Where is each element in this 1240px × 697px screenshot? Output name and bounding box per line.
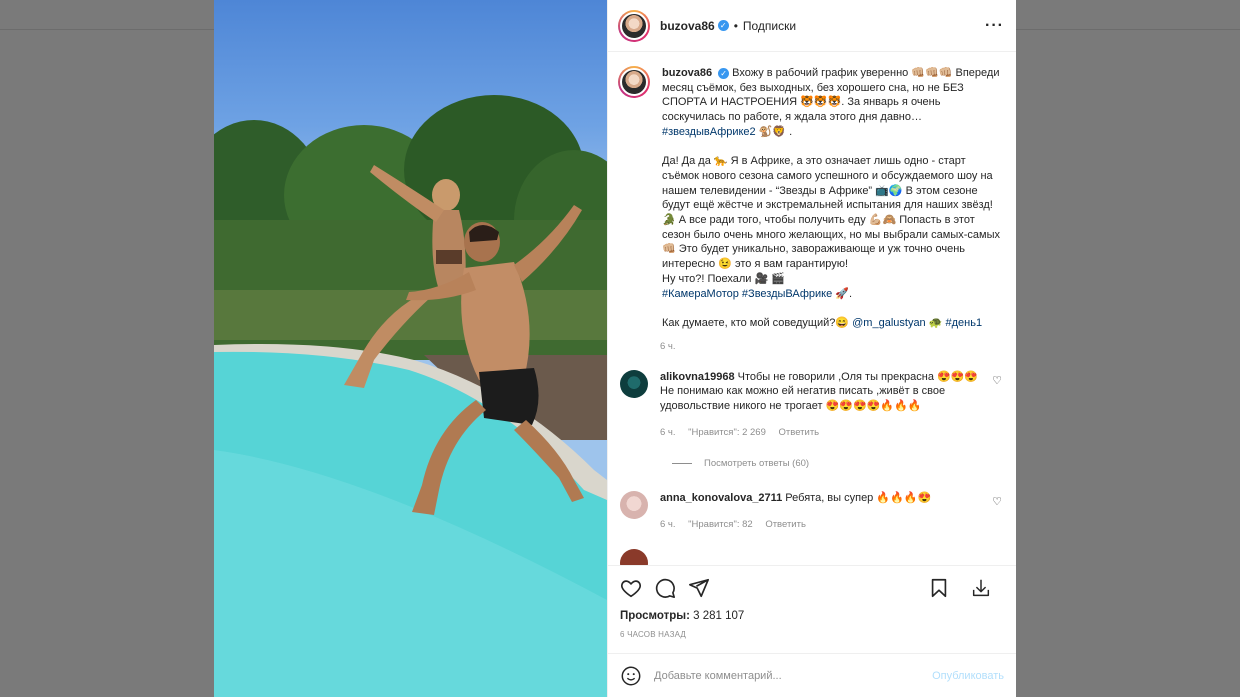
emoji-icon[interactable]: [620, 665, 642, 687]
caption-avatar[interactable]: [618, 66, 650, 98]
comments-scroll-area[interactable]: buzova86 ✓ Вхожу в рабочий график уверенно…: [608, 52, 1016, 565]
comment-item: alikovna19968 Чтобы не говорили ,Оля ты п…: [618, 369, 1004, 441]
post-side-panel: buzova86 ✓ • Подписки ··· buzova86 ✓ Вхожу…: [607, 0, 1016, 697]
caption-paragraph-1: Вхожу в рабочий график уверенно 👊🏼👊🏼👊🏼 В…: [662, 67, 1000, 124]
caption-text: buzova86 ✓ Вхожу в рабочий график уверенно…: [662, 66, 1004, 331]
comment-input[interactable]: [654, 669, 933, 682]
caption-paragraph-2: Да! Да да 🐆 Я в Африке, а это означает л…: [662, 155, 1000, 271]
action-icons: [620, 576, 1004, 600]
comment-heart-icon[interactable]: ♡: [992, 495, 1002, 508]
comment-time: 6 ч.: [660, 519, 676, 531]
caption-paragraph-3: Ну что?! Поехали 🎥 🎬: [662, 272, 785, 285]
commenter-avatar[interactable]: [620, 369, 648, 398]
bookmark-icon[interactable]: [928, 577, 950, 599]
post-header: buzova86 ✓ • Подписки ···: [608, 0, 1016, 52]
comment-meta: 6 ч. "Нравится": 2 269 Ответить: [660, 426, 985, 441]
post-actions: Просмотры: 3 281 107 6 ЧАСОВ НАЗАД Опубл…: [608, 565, 1016, 697]
comment-time: 6 ч.: [660, 426, 676, 438]
comment-username[interactable]: anna_konovalova_2711: [660, 492, 782, 504]
comment-meta: 6 ч. "Нравится": 82 Ответить: [660, 518, 985, 533]
reply-button[interactable]: Ответить: [779, 427, 820, 438]
commenter-avatar[interactable]: [620, 548, 648, 565]
man-shorts: [479, 368, 539, 425]
author-avatar[interactable]: [618, 9, 650, 42]
comment-username[interactable]: alikovna19968: [660, 371, 735, 383]
verified-badge-icon: ✓: [717, 20, 729, 31]
comment-likes[interactable]: "Нравится": 82: [688, 519, 753, 530]
video-frame: [214, 95, 607, 697]
woman-swimsuit: [436, 250, 462, 264]
views-value: 3 281 107: [693, 610, 745, 622]
separator-dot: •: [733, 18, 738, 33]
view-replies-button[interactable]: Посмотреть ответы (60): [672, 458, 1004, 469]
comment-item: anna_konovalova_2711 Ребята, вы супер 🔥🔥🔥…: [618, 491, 1004, 532]
commenter-avatar[interactable]: [620, 491, 648, 520]
author-username[interactable]: buzova86: [660, 19, 715, 33]
verified-badge-icon: ✓: [718, 68, 730, 79]
add-comment-bar: Опубликовать: [608, 653, 1016, 697]
comment-item-partial: [618, 548, 1004, 565]
hashtag-link[interactable]: #звездывАфрике2: [662, 126, 756, 138]
comment-likes[interactable]: "Нравится": 2 269: [688, 427, 766, 438]
views-count: Просмотры: 3 281 107: [620, 610, 1004, 622]
comment-icon[interactable]: [654, 577, 676, 599]
comment-heart-icon[interactable]: ♡: [992, 374, 1002, 387]
post-caption: buzova86 ✓ Вхожу в рабочий график уверенно…: [618, 66, 1004, 331]
caption-time: 6 ч.: [660, 340, 676, 352]
paper-plane-icon[interactable]: [688, 577, 710, 599]
follow-status-button[interactable]: Подписки: [743, 19, 796, 33]
more-icon[interactable]: ···: [985, 17, 1004, 35]
caption-emoji: 🐢: [925, 316, 946, 329]
caption-username[interactable]: buzova86: [662, 67, 712, 79]
heart-icon[interactable]: [620, 577, 642, 599]
views-label: Просмотры:: [620, 610, 690, 622]
reply-button[interactable]: Ответить: [765, 519, 806, 530]
caption-emoji: 🚀.: [832, 287, 853, 300]
caption-emoji: 🐒🦁 .: [755, 125, 793, 138]
hashtags-link[interactable]: #КамераМотор #ЗвездыВАфрике: [662, 288, 832, 300]
download-icon[interactable]: [970, 577, 992, 599]
publish-button[interactable]: Опубликовать: [932, 670, 1004, 682]
post-modal: buzova86 ✓ • Подписки ··· buzova86 ✓ Вхожу…: [214, 0, 1016, 697]
posted-time: 6 ЧАСОВ НАЗАД: [620, 630, 687, 639]
mention-link[interactable]: @m_galustyan: [852, 317, 926, 329]
post-video[interactable]: [214, 0, 607, 697]
hashtag-link[interactable]: #день1: [946, 317, 983, 329]
comment-text: Ребята, вы супер 🔥🔥🔥😍: [785, 492, 932, 505]
caption-question: Как думаете, кто мой соведущий?😄: [662, 316, 853, 329]
